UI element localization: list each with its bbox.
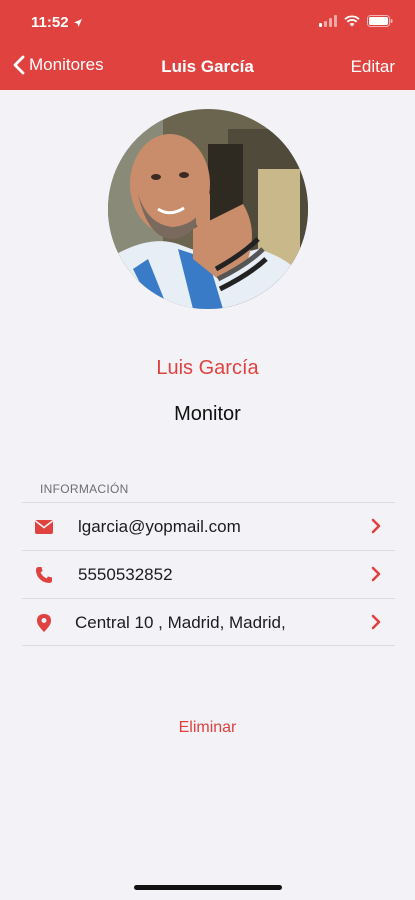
battery-icon (367, 15, 393, 27)
envelope-icon (34, 517, 54, 537)
signal-icon (319, 15, 337, 27)
chevron-right-icon (371, 614, 381, 635)
phone-row[interactable]: 5550532852 (22, 550, 395, 598)
status-bar: 11:52 (0, 0, 415, 44)
location-arrow-icon (73, 18, 82, 27)
email-row[interactable]: lgarcia@yopmail.com (22, 502, 395, 550)
profile-role: Monitor (174, 403, 241, 425)
status-icons (319, 15, 393, 27)
info-list: lgarcia@yopmail.com 5550532852 Central 1… (22, 502, 395, 646)
profile-name: Luis García (156, 357, 259, 379)
phone-icon (34, 565, 54, 585)
section-title-info: INFORMACIÓN (40, 482, 129, 496)
chevron-right-icon (371, 518, 381, 539)
home-indicator[interactable] (134, 885, 282, 890)
avatar (108, 109, 308, 309)
phone-value: 5550532852 (78, 565, 173, 584)
header: 11:52 Monitores Luis García Editar (0, 0, 415, 90)
chevron-right-icon (371, 566, 381, 587)
address-value: Central 10 , Madrid, Madrid, (75, 613, 286, 632)
status-time: 11:52 (31, 14, 83, 31)
nav-bar: Monitores Luis García Editar (0, 44, 415, 90)
wifi-icon (344, 15, 360, 27)
delete-button[interactable]: Eliminar (0, 719, 415, 737)
clock-label: 11:52 (31, 14, 69, 31)
address-row[interactable]: Central 10 , Madrid, Madrid, (22, 598, 395, 646)
email-value: lgarcia@yopmail.com (78, 517, 241, 536)
edit-button[interactable]: Editar (351, 57, 395, 77)
location-pin-icon (34, 613, 54, 633)
